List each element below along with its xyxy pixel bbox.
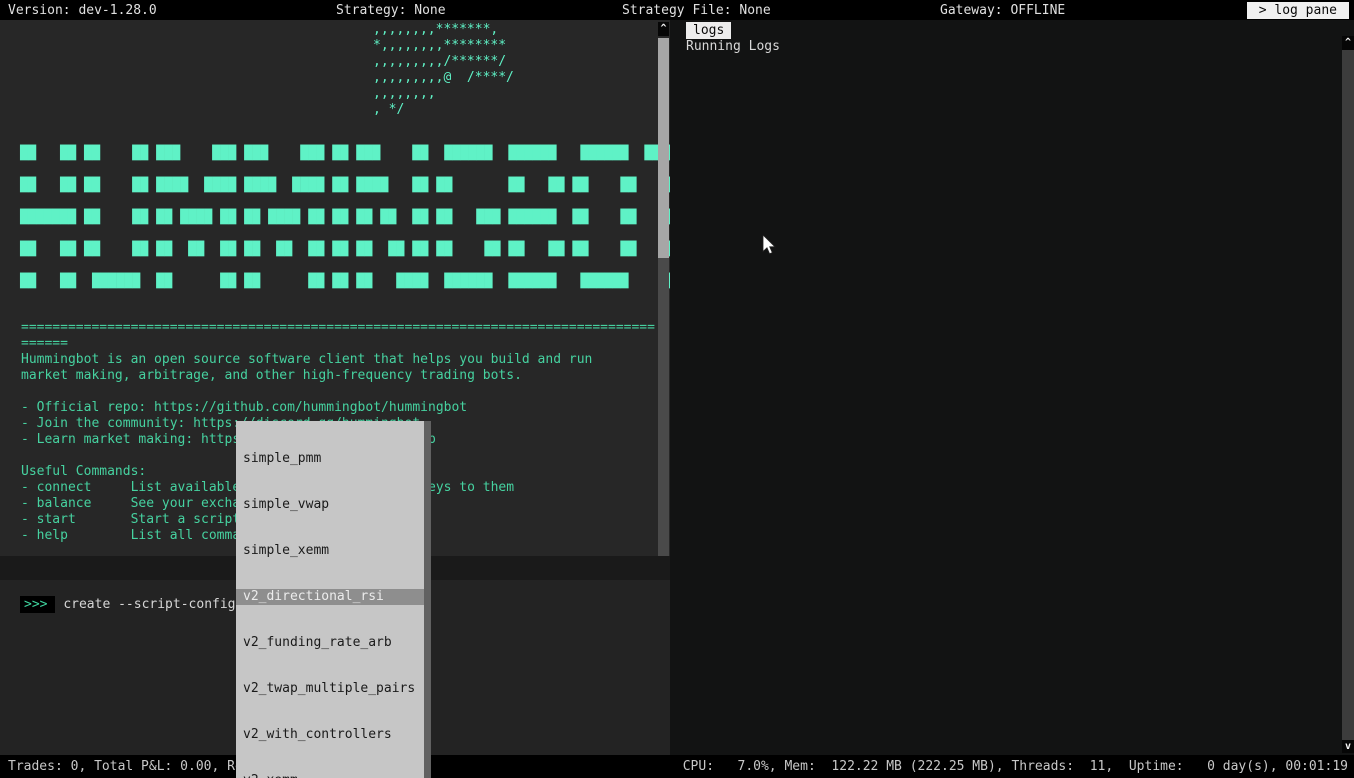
completion-menu-scrollbar[interactable] — [424, 421, 431, 778]
tab-logs[interactable]: logs — [686, 22, 731, 39]
hummingbot-terminal: Version: dev-1.28.0 Strategy: None Strat… — [0, 0, 1354, 778]
completion-item[interactable]: simple_vwap — [236, 497, 424, 513]
bottom-status-bar: Trades: 0, Total P&L: 0.00, Return %: 0.… — [0, 755, 1354, 778]
log-pane-toggle-button[interactable]: > log pane — [1247, 2, 1349, 19]
completion-item[interactable]: v2_xemm — [236, 773, 424, 778]
prompt-symbol: >>> — [20, 596, 55, 613]
scroll-up-icon[interactable]: ^ — [658, 22, 669, 36]
scrollbar-track[interactable] — [1342, 50, 1354, 740]
completion-item[interactable]: simple_xemm — [236, 543, 424, 559]
strategy-label: Strategy: None — [336, 3, 446, 18]
scroll-up-icon[interactable]: ^ — [1342, 36, 1354, 50]
scroll-down-icon[interactable]: v — [1342, 740, 1354, 753]
log-panel: logs Running Logs — [670, 20, 1354, 755]
gateway-status-label: Gateway: OFFLINE — [940, 3, 1065, 18]
completion-item[interactable]: v2_twap_multiple_pairs — [236, 681, 424, 697]
mouse-cursor — [762, 235, 778, 257]
completion-item[interactable]: v2_funding_rate_arb — [236, 635, 424, 651]
hummingbot-block-banner: ██ ██ ██ ██ ███ ███ ███ ███ ██ ███ ██ ██… — [20, 138, 670, 298]
running-logs-heading: Running Logs — [686, 39, 780, 54]
completion-menu: simple_pmm simple_vwap simple_xemm v2_di… — [236, 421, 431, 778]
scrollbar-thumb[interactable] — [658, 38, 669, 258]
completion-item[interactable]: v2_with_controllers — [236, 727, 424, 743]
completion-item-selected[interactable]: v2_directional_rsi — [236, 589, 424, 605]
hummingbird-ascii-art: ,,,,,,,,*******, *,,,,,,,,******** ,,,,,… — [373, 22, 514, 118]
top-status-bar: Version: dev-1.28.0 Strategy: None Strat… — [0, 0, 1354, 20]
completion-item[interactable]: simple_pmm — [236, 451, 424, 467]
version-label: Version: dev-1.28.0 — [8, 3, 157, 18]
scrollbar-track[interactable] — [658, 258, 669, 565]
strategy-file-label: Strategy File: None — [622, 3, 771, 18]
system-resources-status: CPU: 7.0%, Mem: 122.22 MB (222.25 MB), T… — [683, 759, 1348, 774]
